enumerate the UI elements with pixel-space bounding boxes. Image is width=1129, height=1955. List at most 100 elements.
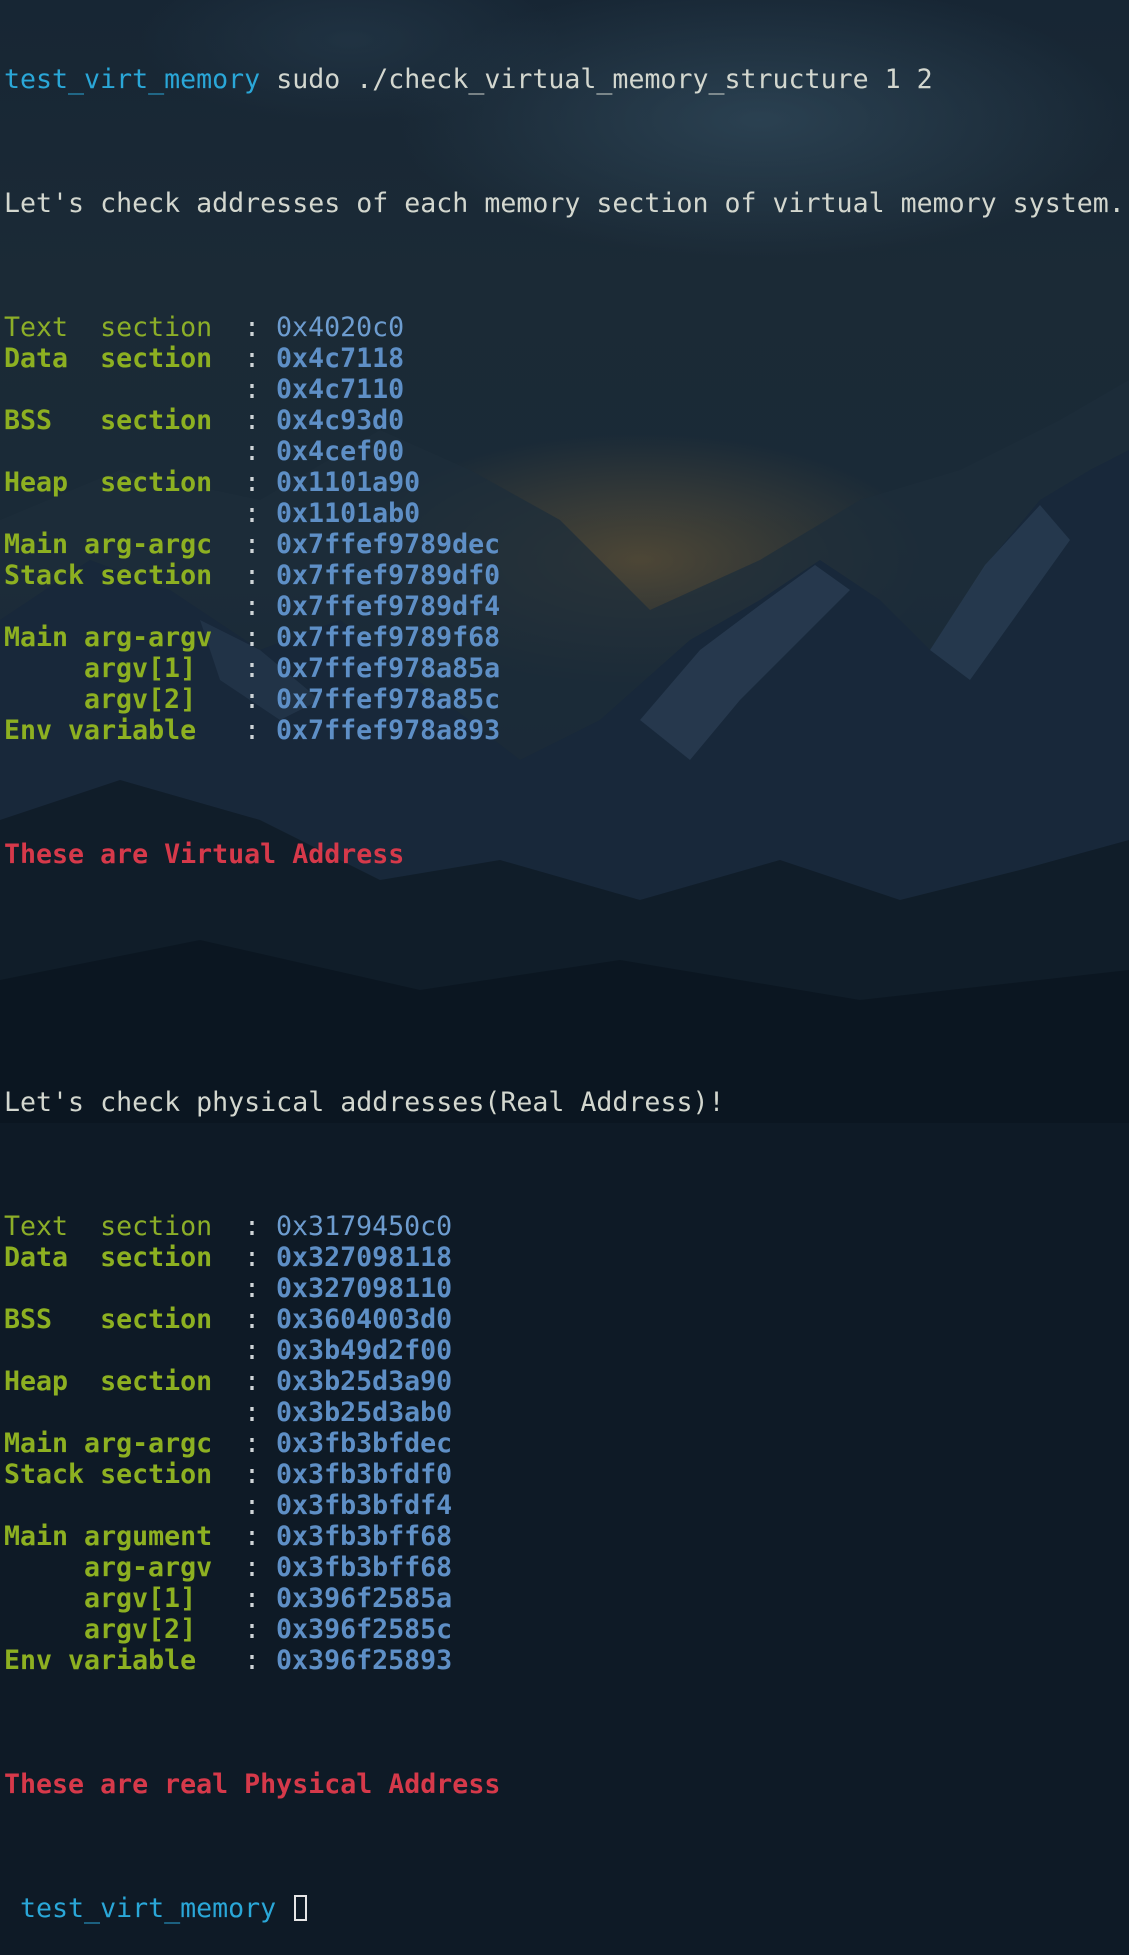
physical-address-list: Text section: 0x3179450c0 Data section: 0… <box>4 1211 1129 1676</box>
address-row: BSS section: 0x3604003d0 <box>4 1304 1129 1335</box>
row-label: Main arg-argc <box>4 1428 213 1459</box>
row-separator: : <box>244 653 261 684</box>
row-address: 0x396f2585a <box>276 1583 453 1614</box>
row-address: 0x4020c0 <box>276 312 405 343</box>
row-label: BSS section <box>4 1304 213 1335</box>
row-separator: : <box>244 405 261 436</box>
row-separator: : <box>244 498 261 529</box>
row-address: 0x3b25d3ab0 <box>276 1397 453 1428</box>
address-row: Main arg-argc: 0x7ffef9789dec <box>4 529 1129 560</box>
row-address: 0x7ffef9789f68 <box>276 622 501 653</box>
address-row: : 0x1101ab0 <box>4 498 1129 529</box>
address-row: : 0x3b25d3ab0 <box>4 1397 1129 1428</box>
address-row: Env variable: 0x396f25893 <box>4 1645 1129 1676</box>
row-label: Main arg-argv <box>4 622 213 653</box>
address-row: Env variable: 0x7ffef978a893 <box>4 715 1129 746</box>
row-address: 0x3fb3bff68 <box>276 1552 453 1583</box>
address-row: argv[2]: 0x7ffef978a85c <box>4 684 1129 715</box>
address-row: Main arg-argc: 0x3fb3bfdec <box>4 1428 1129 1459</box>
row-separator: : <box>244 374 261 405</box>
row-address: 0x4c93d0 <box>276 405 405 436</box>
virtual-footer-line: These are Virtual Address <box>4 839 1129 870</box>
row-address: 0x3b25d3a90 <box>276 1366 453 1397</box>
row-label: Stack section <box>4 1459 213 1490</box>
row-address: 0x3fb3bfdec <box>276 1428 453 1459</box>
row-address: 0x7ffef9789dec <box>276 529 501 560</box>
address-row: Heap section: 0x1101a90 <box>4 467 1129 498</box>
terminal-output: test_virt_memory sudo ./check_virtual_me… <box>4 2 1129 1955</box>
physical-footer-line: These are real Physical Address <box>4 1769 1129 1800</box>
virtual-intro-line: Let's check addresses of each memory sec… <box>4 188 1129 219</box>
row-address: 0x396f25893 <box>276 1645 453 1676</box>
row-separator: : <box>244 684 261 715</box>
final-prompt-line: test_virt_memory <box>4 1893 1129 1924</box>
row-separator: : <box>244 312 261 343</box>
row-separator: : <box>244 1459 261 1490</box>
physical-intro-text: Let's check physical addresses(Real Addr… <box>4 1087 725 1118</box>
virtual-address-list: Text section: 0x4020c0 Data section: 0x4c… <box>4 312 1129 746</box>
row-separator: : <box>244 1428 261 1459</box>
row-address: 0x7ffef9789df0 <box>276 560 501 591</box>
row-address: 0x3fb3bff68 <box>276 1521 453 1552</box>
row-address: 0x1101ab0 <box>276 498 421 529</box>
row-label: Env variable <box>4 715 197 746</box>
row-label: Data section <box>4 343 213 374</box>
address-row: argv[1]: 0x7ffef978a85a <box>4 653 1129 684</box>
terminal-cursor[interactable] <box>294 1895 308 1921</box>
row-label: Main argument <box>4 1521 213 1552</box>
row-label: Heap section <box>4 467 213 498</box>
row-address: 0x327098110 <box>276 1273 453 1304</box>
row-separator: : <box>244 529 261 560</box>
address-row: Stack section: 0x7ffef9789df0 <box>4 560 1129 591</box>
row-separator: : <box>244 1583 261 1614</box>
row-separator: : <box>244 1397 261 1428</box>
row-address: 0x7ffef978a85c <box>276 684 501 715</box>
row-label: arg-argv <box>84 1552 213 1583</box>
row-separator: : <box>244 622 261 653</box>
address-row: Main arg-argv: 0x7ffef9789f68 <box>4 622 1129 653</box>
row-separator: : <box>244 1366 261 1397</box>
row-separator: : <box>244 1211 261 1242</box>
row-label: BSS section <box>4 405 213 436</box>
row-label: argv[1] <box>84 653 197 684</box>
address-row: argv[1]: 0x396f2585a <box>4 1583 1129 1614</box>
address-row: : 0x3b49d2f00 <box>4 1335 1129 1366</box>
row-separator: : <box>244 1521 261 1552</box>
physical-footer-text: These are real Physical Address <box>4 1769 501 1800</box>
address-row: arg-argv: 0x3fb3bff68 <box>4 1552 1129 1583</box>
row-address: 0x4cef00 <box>276 436 405 467</box>
row-separator: : <box>244 1552 261 1583</box>
row-address: 0x4c7110 <box>276 374 405 405</box>
row-address: 0x3179450c0 <box>276 1211 453 1242</box>
row-separator: : <box>244 715 261 746</box>
row-address: 0x3604003d0 <box>276 1304 453 1335</box>
address-row: Stack section: 0x3fb3bfdf0 <box>4 1459 1129 1490</box>
row-label: argv[2] <box>84 1614 197 1645</box>
row-separator: : <box>244 343 261 374</box>
row-label: Stack section <box>4 560 213 591</box>
row-label: Heap section <box>4 1366 213 1397</box>
row-separator: : <box>244 591 261 622</box>
row-separator: : <box>244 467 261 498</box>
row-separator: : <box>244 1614 261 1645</box>
physical-intro-line: Let's check physical addresses(Real Addr… <box>4 1087 1129 1118</box>
row-label: argv[1] <box>84 1583 197 1614</box>
final-prompt-directory: test_virt_memory <box>20 1893 277 1924</box>
row-separator: : <box>244 1304 261 1335</box>
address-row: Heap section: 0x3b25d3a90 <box>4 1366 1129 1397</box>
row-label: Main arg-argc <box>4 529 213 560</box>
address-row: Text section: 0x3179450c0 <box>4 1211 1129 1242</box>
address-row: : 0x4cef00 <box>4 436 1129 467</box>
row-address: 0x396f2585c <box>276 1614 453 1645</box>
virtual-intro-text: Let's check addresses of each memory sec… <box>4 188 1125 219</box>
address-row: Data section: 0x4c7118 <box>4 343 1129 374</box>
row-separator: : <box>244 560 261 591</box>
row-separator: : <box>244 436 261 467</box>
address-row: Main argument: 0x3fb3bff68 <box>4 1521 1129 1552</box>
address-row: argv[2]: 0x396f2585c <box>4 1614 1129 1645</box>
address-row: : 0x327098110 <box>4 1273 1129 1304</box>
address-row: Text section: 0x4020c0 <box>4 312 1129 343</box>
row-label: argv[2] <box>84 684 197 715</box>
row-label: Data section <box>4 1242 213 1273</box>
